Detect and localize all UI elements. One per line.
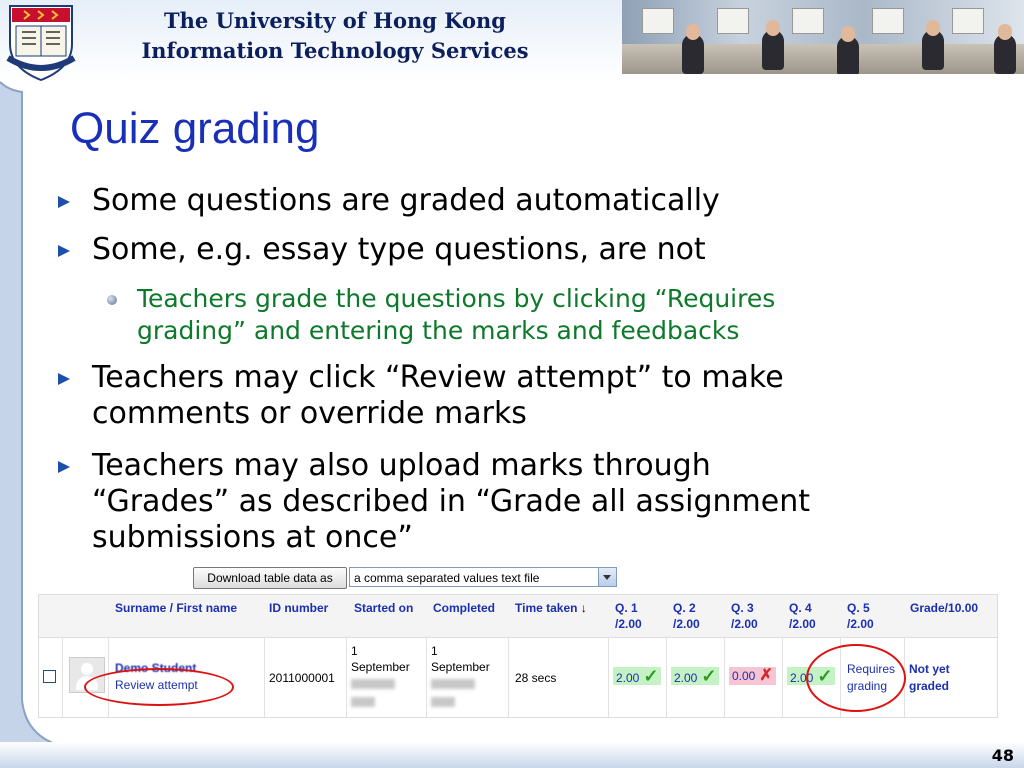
- cross-icon: ✗: [759, 667, 773, 684]
- header-q5-label: Q. 5: [847, 601, 870, 615]
- header-grade[interactable]: Grade/10.00: [910, 600, 978, 616]
- completed-month: September: [431, 660, 490, 674]
- header-q2[interactable]: Q. 2 /2.00: [673, 600, 700, 632]
- bullet-review-attempt: Teachers may click “Review attempt” to m…: [58, 360, 784, 432]
- q1-score[interactable]: 2.00 ✓: [613, 666, 662, 686]
- bullet-text: Some, e.g. essay type questions, are not: [92, 232, 706, 267]
- page-number: 48: [991, 746, 1014, 765]
- bullet-essay-not-graded: Some, e.g. essay type questions, are not: [58, 232, 706, 268]
- header-q5-max: /2.00: [847, 617, 874, 631]
- started-day: 1: [351, 644, 358, 658]
- chevron-down-icon[interactable]: [598, 568, 616, 586]
- bullet-arrow-icon: [58, 196, 70, 208]
- header-completed[interactable]: Completed: [433, 600, 495, 616]
- sub-bullet-requires-grading: Teachers grade the questions by clicking…: [107, 283, 776, 347]
- completed-cell: 1 September: [427, 637, 509, 717]
- completed-day: 1: [431, 644, 438, 658]
- download-format-select[interactable]: a comma separated values text file: [349, 567, 617, 587]
- download-table-button[interactable]: Download table data as: [193, 567, 347, 589]
- grade-value: Not yet graded: [909, 661, 950, 695]
- check-icon: ✓: [701, 666, 717, 686]
- bullet-arrow-icon: [58, 245, 70, 257]
- q2-value: 2.00: [674, 671, 698, 685]
- bullet-upload-marks: Teachers may also upload marks through “…: [58, 448, 811, 556]
- table-header-row: Surname / First name ID number Started o…: [39, 595, 997, 638]
- header-time-taken[interactable]: Time taken ↓: [515, 600, 587, 616]
- time-taken-cell: 28 secs: [509, 637, 609, 717]
- sub-bullet-line: Teachers grade the questions by clicking…: [137, 284, 776, 313]
- header-name[interactable]: Surname / First name: [115, 600, 237, 616]
- bullet-line: submissions at once”: [92, 520, 413, 555]
- row-select-cell: [39, 637, 63, 717]
- header-q2-label: Q. 2: [673, 601, 696, 615]
- bullet-line: comments or override marks: [92, 396, 527, 431]
- started-date: 1 September: [351, 643, 410, 711]
- q1-cell: 2.00 ✓: [609, 637, 667, 717]
- sort-down-icon[interactable]: ↓: [581, 601, 587, 615]
- header-id[interactable]: ID number: [269, 600, 328, 616]
- bullet-arrow-icon: [58, 461, 70, 473]
- row-checkbox[interactable]: [43, 670, 56, 683]
- id-number: 2011000001: [269, 671, 335, 685]
- slide-title: Quiz grading: [70, 104, 320, 153]
- header-q3-max: /2.00: [731, 617, 758, 631]
- requires-grading-highlight: [806, 644, 906, 712]
- bullet-line: Teachers may also upload marks through: [92, 448, 711, 483]
- bullet-arrow-icon: [58, 373, 70, 385]
- q3-cell: 0.00 ✗: [725, 637, 783, 717]
- header-time-label: Time taken: [515, 601, 578, 615]
- id-cell: 2011000001: [265, 637, 347, 717]
- q1-value: 2.00: [616, 671, 640, 685]
- bullet-text: Some questions are graded automatically: [92, 183, 720, 218]
- started-cell: 1 September: [347, 637, 427, 717]
- time-taken: 28 secs: [515, 671, 557, 685]
- slide-footer: [0, 742, 1024, 768]
- header-q1-label: Q. 1: [615, 601, 638, 615]
- bullet-line: Teachers may click “Review attempt” to m…: [92, 360, 784, 395]
- q2-cell: 2.00 ✓: [667, 637, 725, 717]
- grade-line2: graded: [909, 679, 950, 693]
- download-format-value: a comma separated values text file: [354, 571, 540, 585]
- sub-bullet-line: grading” and entering the marks and feed…: [137, 316, 740, 345]
- header-started[interactable]: Started on: [354, 600, 413, 616]
- grade-cell: Not yet graded: [905, 637, 997, 717]
- header-q3-label: Q. 3: [731, 601, 754, 615]
- q3-value: 0.00: [732, 669, 756, 683]
- header-q4-max: /2.00: [789, 617, 816, 631]
- review-attempt-highlight: [84, 668, 234, 706]
- q3-score[interactable]: 0.00 ✗: [729, 667, 776, 685]
- q2-score[interactable]: 2.00 ✓: [671, 666, 720, 686]
- header-q1[interactable]: Q. 1 /2.00: [615, 600, 642, 632]
- sub-bullet-dot-icon: [107, 295, 117, 305]
- header-q4[interactable]: Q. 4 /2.00: [789, 600, 816, 632]
- header-q5[interactable]: Q. 5 /2.00: [847, 600, 874, 632]
- header-q3[interactable]: Q. 3 /2.00: [731, 600, 758, 632]
- check-icon: ✓: [643, 666, 659, 686]
- header-q2-max: /2.00: [673, 617, 700, 631]
- header-q1-max: /2.00: [615, 617, 642, 631]
- header-q4-label: Q. 4: [789, 601, 812, 615]
- completed-date: 1 September: [431, 643, 490, 711]
- bullet-line: “Grades” as described in “Grade all assi…: [92, 484, 811, 519]
- started-month: September: [351, 660, 410, 674]
- bullet-auto-graded: Some questions are graded automatically: [58, 183, 720, 219]
- grade-line1: Not yet: [909, 662, 950, 676]
